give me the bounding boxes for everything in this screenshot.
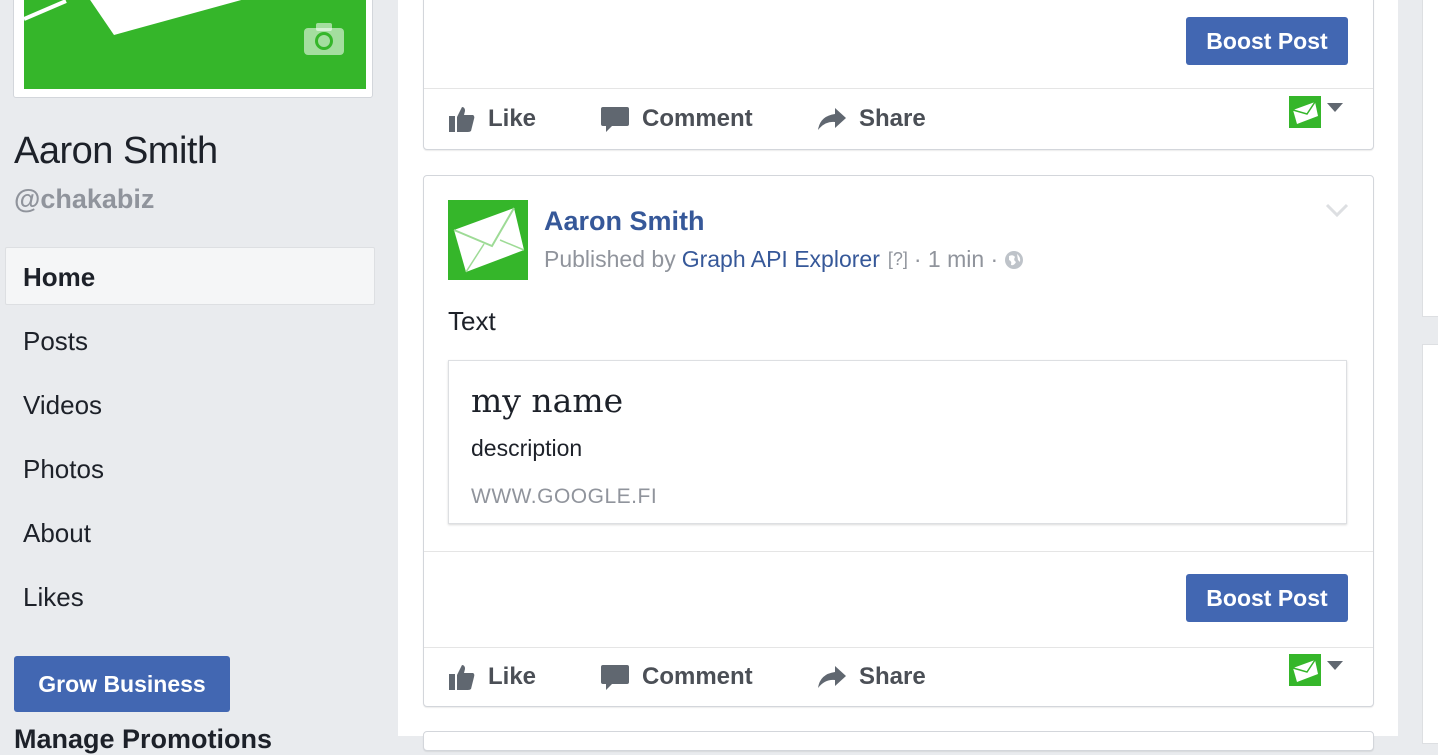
like-icon (449, 107, 475, 132)
post-time[interactable]: · 1 min · (914, 246, 998, 273)
envelope-icon (1289, 654, 1321, 686)
link-url: WWW.GOOGLE.FI (471, 485, 658, 508)
chevron-down-icon (1327, 660, 1343, 670)
comment-button[interactable]: Comment (600, 646, 753, 708)
boost-post-button[interactable]: Boost Post (1186, 574, 1348, 622)
post-as-selector[interactable] (1289, 654, 1343, 686)
like-button[interactable]: Like (448, 88, 536, 150)
share-icon (818, 666, 846, 688)
comment-button[interactable]: Comment (600, 88, 753, 150)
globe-icon[interactable] (1004, 250, 1024, 270)
boost-row: Boost Post (424, 551, 1373, 648)
avatar[interactable] (448, 200, 528, 280)
post-author[interactable]: Aaron Smith (544, 206, 705, 237)
post-text: Text (448, 306, 496, 336)
post-meta: Published by Graph API Explorer [?] · 1 … (544, 246, 1024, 273)
post-actions: Like Comment Share (424, 88, 1373, 150)
nav-item-likes[interactable]: Likes (5, 567, 375, 625)
envelope-icon (1289, 96, 1321, 128)
chevron-down-icon[interactable] (1325, 202, 1349, 223)
envelope-icon (453, 207, 525, 273)
profile-picture[interactable] (24, 0, 366, 89)
like-button[interactable]: Like (448, 646, 536, 708)
post-card: Aaron Smith Published by Graph API Explo… (423, 175, 1374, 707)
right-sidebar-card (1422, 0, 1438, 317)
share-button[interactable]: Share (817, 646, 926, 708)
comment-icon (601, 665, 629, 690)
nav-item-videos[interactable]: Videos (5, 375, 375, 433)
profile-handle[interactable]: @chakabiz (14, 184, 154, 215)
boost-post-button[interactable]: Boost Post (1186, 17, 1348, 65)
left-column: Aaron Smith @chakabiz Home Posts Videos … (0, 0, 398, 754)
link-title: my name (471, 381, 624, 420)
post-card: Boost Post Like Comment Share (423, 0, 1374, 150)
right-sidebar-card (1422, 344, 1438, 744)
nav-item-home[interactable]: Home (5, 247, 375, 305)
post-as-selector[interactable] (1289, 96, 1343, 128)
post-actions: Like Comment Share (424, 646, 1373, 708)
profile-picture-card[interactable] (13, 0, 373, 98)
page-nav: Home Posts Videos Photos About Likes (5, 247, 375, 631)
profile-name[interactable]: Aaron Smith (14, 130, 218, 173)
help-link[interactable]: [?] (888, 249, 908, 270)
post-card (423, 731, 1374, 751)
app-link[interactable]: Graph API Explorer (682, 246, 880, 273)
grow-business-button[interactable]: Grow Business (14, 656, 230, 712)
published-by-label: Published by (544, 246, 676, 272)
share-button[interactable]: Share (817, 88, 926, 150)
nav-item-about[interactable]: About (5, 503, 375, 561)
link-preview[interactable]: my name description WWW.GOOGLE.FI (448, 360, 1347, 524)
share-icon (818, 108, 846, 130)
boost-row: Boost Post (424, 0, 1373, 89)
manage-promotions-link[interactable]: Manage Promotions (14, 724, 272, 755)
comment-icon (601, 107, 629, 132)
nav-item-posts[interactable]: Posts (5, 311, 375, 369)
like-icon (449, 665, 475, 690)
nav-item-photos[interactable]: Photos (5, 439, 375, 497)
chevron-down-icon (1327, 102, 1343, 112)
link-description: description (471, 435, 583, 461)
